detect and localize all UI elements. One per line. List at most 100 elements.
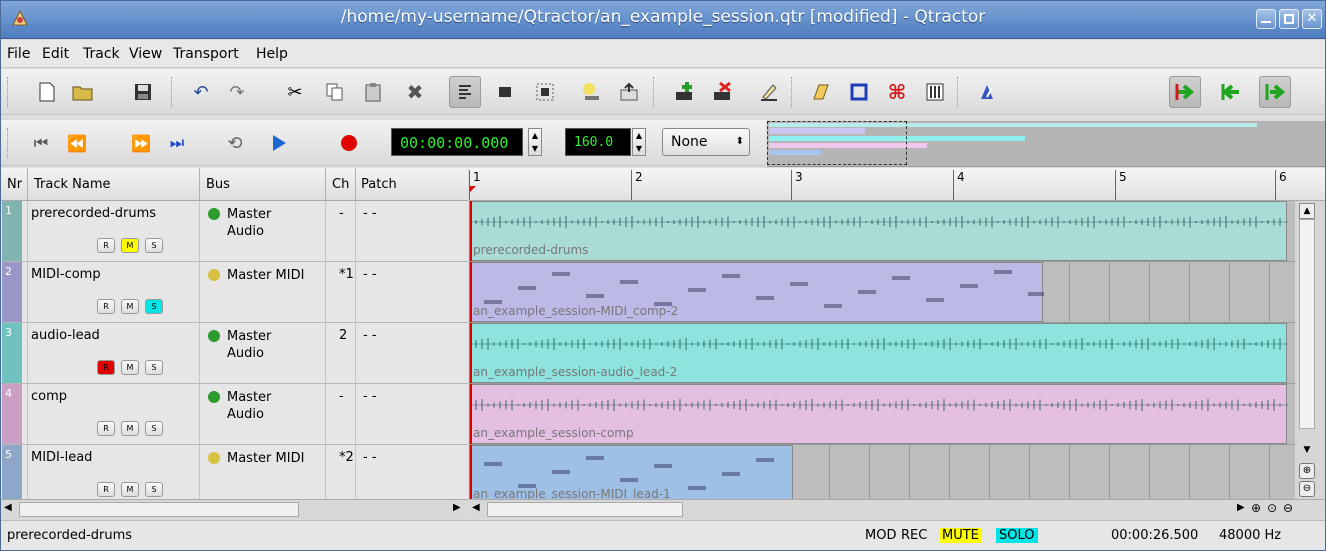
scroll-down-icon[interactable]: ▼	[1299, 445, 1315, 459]
zoom-in-icon[interactable]: ⊕	[1251, 501, 1261, 515]
mute-button[interactable]: M	[121, 482, 139, 497]
solo-button[interactable]: S	[145, 360, 163, 375]
rewind-icon[interactable]: ⏪	[61, 127, 93, 159]
edit-mode-icon[interactable]	[449, 76, 481, 108]
session-properties-icon[interactable]	[575, 76, 607, 108]
track-row[interactable]: 5 MIDI-lead R M S Master MIDI *2 - -	[1, 445, 468, 506]
delete-icon[interactable]: ✖	[399, 76, 431, 108]
clip[interactable]: prerecorded-drums	[469, 201, 1288, 261]
menu-help[interactable]: Help	[256, 46, 288, 62]
record-arm-button[interactable]: R	[97, 482, 115, 497]
scroll-thumb[interactable]	[19, 502, 299, 517]
solo-button[interactable]: S	[145, 482, 163, 497]
track-name[interactable]: comp	[31, 389, 67, 404]
time-ruler[interactable]: 1 2 3 4 5 6	[469, 168, 1325, 201]
new-file-icon[interactable]	[31, 76, 63, 108]
track-row[interactable]: 1 prerecorded-drums R M S Master Audio - - -	[1, 201, 468, 262]
zoom-out-vertical-icon[interactable]: ⊖	[1299, 481, 1315, 497]
track-row[interactable]: 3 audio-lead R M S Master Audio 2 - -	[1, 323, 468, 384]
track-name[interactable]: MIDI-lead	[31, 450, 92, 465]
vertical-scrollbar[interactable]: ▲ ▼ ⊕ ⊖	[1295, 201, 1325, 499]
mute-button[interactable]: M	[121, 238, 139, 253]
backward-to-start-icon[interactable]: ⏮	[25, 127, 57, 159]
metronome-icon[interactable]	[971, 76, 1003, 108]
menu-edit[interactable]: Edit	[42, 46, 69, 62]
scroll-thumb[interactable]	[1299, 219, 1315, 429]
paste-icon[interactable]	[357, 76, 389, 108]
add-track-icon[interactable]	[669, 76, 701, 108]
continue-past-end-icon[interactable]	[1259, 76, 1291, 108]
fast-forward-icon[interactable]: ⏩	[125, 127, 157, 159]
clip[interactable]: an_example_session-MIDI_lead-1	[469, 445, 793, 505]
import-audio-icon[interactable]	[805, 76, 837, 108]
forward-to-end-icon[interactable]: ⏭	[161, 127, 193, 159]
track-name[interactable]: audio-lead	[31, 328, 100, 343]
zoom-reset-icon[interactable]: ⊙	[1267, 501, 1277, 515]
col-track-name[interactable]: Track Name	[34, 177, 111, 192]
record-arm-button[interactable]: R	[97, 360, 115, 375]
select-range-icon[interactable]	[529, 76, 561, 108]
scroll-thumb[interactable]	[487, 502, 683, 517]
clip[interactable]: an_example_session-comp	[469, 384, 1288, 444]
tempo-spinbox-arrows[interactable]: ▲ ▼	[632, 128, 646, 156]
cut-icon[interactable]: ✂	[279, 76, 311, 108]
track-name[interactable]: prerecorded-drums	[31, 206, 156, 221]
time-display[interactable]: 00:00:00.000	[391, 128, 523, 156]
toolbar-grip[interactable]	[7, 128, 11, 158]
solo-button[interactable]: S	[145, 238, 163, 253]
loop-icon[interactable]: ⟲	[219, 127, 251, 159]
track-row[interactable]: 2 MIDI-comp R M S Master MIDI *1 - -	[1, 262, 468, 323]
overview-viewport[interactable]	[767, 121, 907, 165]
minimize-icon[interactable]	[1256, 9, 1276, 29]
timeline-hscroll[interactable]: ◀ ▶ ⊕ ⊙ ⊖	[469, 499, 1325, 519]
scroll-left-icon[interactable]: ◀	[4, 502, 12, 513]
zoom-out-icon[interactable]: ⊖	[1283, 501, 1293, 515]
record-arm-button[interactable]: R	[97, 299, 115, 314]
record-arm-button[interactable]: R	[97, 421, 115, 436]
loop-clip-icon[interactable]	[843, 76, 875, 108]
copy-icon[interactable]	[319, 76, 351, 108]
mute-button[interactable]: M	[121, 421, 139, 436]
track-lane[interactable]: an_example_session-audio_lead-2	[469, 323, 1295, 384]
split-clip-icon[interactable]: ⌘	[881, 76, 913, 108]
track-lane[interactable]: an_example_session-comp	[469, 384, 1295, 445]
record-icon[interactable]	[333, 127, 365, 159]
col-patch[interactable]: Patch	[361, 177, 397, 192]
toolbar-grip[interactable]	[7, 77, 11, 107]
menu-file[interactable]: File	[7, 46, 30, 62]
mute-button[interactable]: M	[121, 360, 139, 375]
solo-button[interactable]: S	[145, 421, 163, 436]
follow-playhead-icon[interactable]	[1169, 76, 1201, 108]
title-bar[interactable]: /home/my-username/Qtractor/an_example_se…	[1, 1, 1325, 39]
select-clip-icon[interactable]	[489, 76, 521, 108]
track-properties-icon[interactable]	[753, 76, 785, 108]
menu-track[interactable]: Track	[83, 46, 120, 62]
clip[interactable]: an_example_session-MIDI_comp-2	[469, 262, 1044, 322]
track-lane[interactable]: an_example_session-MIDI_comp-2	[469, 262, 1295, 323]
record-arm-button[interactable]: R	[97, 238, 115, 253]
save-icon[interactable]	[127, 76, 159, 108]
play-icon[interactable]	[263, 127, 295, 159]
menu-view[interactable]: View	[129, 46, 162, 62]
close-icon[interactable]: ✕	[1302, 9, 1322, 29]
open-folder-icon[interactable]	[67, 76, 99, 108]
track-lane[interactable]: prerecorded-drums	[469, 201, 1295, 262]
undo-icon[interactable]: ↶	[185, 76, 217, 108]
solo-button[interactable]: S	[145, 299, 163, 314]
col-nr[interactable]: Nr	[7, 177, 22, 192]
export-icon[interactable]	[613, 76, 645, 108]
track-name[interactable]: MIDI-comp	[31, 267, 101, 282]
col-ch[interactable]: Ch	[332, 177, 349, 192]
track-lane[interactable]: an_example_session-MIDI_lead-1	[469, 445, 1295, 506]
scroll-right-icon[interactable]: ▶	[453, 502, 461, 513]
mute-button[interactable]: M	[121, 299, 139, 314]
tempo-display[interactable]: 160.0	[565, 128, 631, 156]
redo-icon[interactable]: ↷	[221, 76, 253, 108]
scroll-up-icon[interactable]: ▲	[1299, 203, 1315, 219]
track-list-hscroll[interactable]: ◀ ▶	[1, 499, 468, 519]
time-spinbox-arrows[interactable]: ▲ ▼	[528, 128, 542, 156]
maximize-icon[interactable]	[1279, 9, 1299, 29]
track-row[interactable]: 4 comp R M S Master Audio - - -	[1, 384, 468, 445]
session-overview[interactable]	[767, 121, 1325, 167]
remove-track-icon[interactable]	[707, 76, 739, 108]
